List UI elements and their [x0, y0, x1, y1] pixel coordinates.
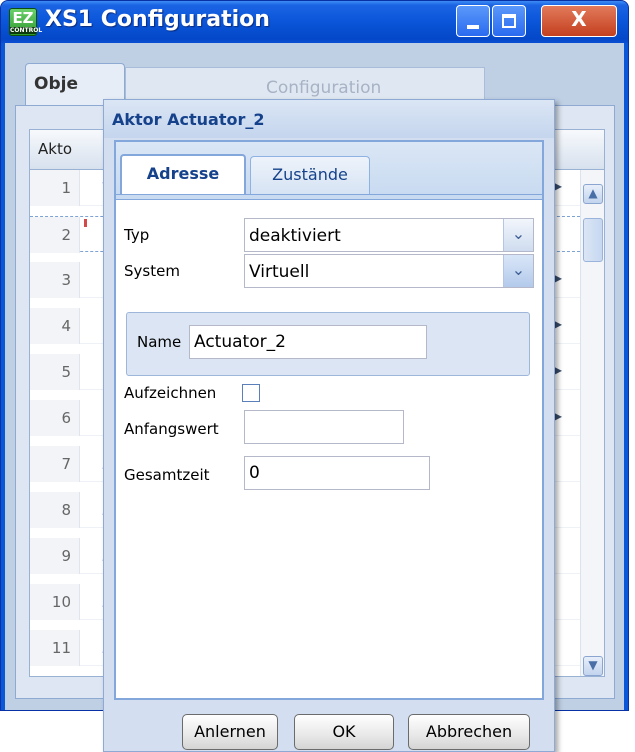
row-arrow-icon: ▸	[554, 406, 563, 425]
dialog-tab-panel: Adresse Zustände Typ deaktiviert ⌄ Syste…	[114, 140, 544, 700]
window-client-area: Obje Configuration Akto 1V▸23S▸4S▸5S▸6S▸…	[5, 43, 624, 752]
system-value: Virtuell	[249, 262, 310, 282]
name-label: Name	[137, 333, 182, 351]
app-logo-icon: EZ CONTROL	[9, 8, 43, 36]
row-number: 8	[30, 492, 80, 528]
scroll-thumb[interactable]	[583, 218, 603, 262]
gesamtzeit-input[interactable]: 0	[244, 456, 430, 490]
abbrechen-button[interactable]: Abbrechen	[408, 714, 530, 750]
row-number: 2	[30, 217, 80, 253]
actuator-dialog: Aktor Actuator_2 Adresse Zustände Typ de…	[103, 99, 555, 752]
row-number: 6	[30, 400, 80, 436]
row-number: 4	[30, 308, 80, 344]
anlernen-button[interactable]: Anlernen	[182, 714, 278, 750]
row-number: 5	[30, 354, 80, 390]
main-window: EZ CONTROL XS1 Configuration X Obje Conf…	[0, 0, 629, 752]
close-button[interactable]: X	[541, 5, 617, 37]
window-title: XS1 Configuration	[45, 7, 270, 32]
close-icon: X	[571, 7, 587, 31]
window-titlebar[interactable]: EZ CONTROL XS1 Configuration X	[1, 1, 628, 43]
chevron-down-icon[interactable]: ⌄	[503, 219, 533, 251]
name-fieldset: Name Actuator_2	[126, 312, 530, 376]
tab-zustaende[interactable]: Zustände	[250, 156, 370, 194]
dialog-title[interactable]: Aktor Actuator_2	[104, 100, 554, 138]
typ-select[interactable]: deaktiviert ⌄	[244, 218, 534, 252]
chevron-down-icon[interactable]: ⌄	[503, 255, 533, 287]
anfangswert-input[interactable]	[244, 410, 404, 444]
anfangswert-label: Anfangswert	[124, 420, 219, 438]
typ-label: Typ	[124, 226, 150, 244]
dirty-flag-icon	[84, 219, 87, 227]
row-number: 11	[30, 630, 80, 666]
tab-strip: Adresse Zustände	[116, 140, 542, 200]
maximize-button[interactable]	[492, 5, 526, 37]
row-number: 3	[30, 262, 80, 298]
system-label: System	[124, 262, 180, 280]
minimize-icon	[467, 25, 479, 29]
row-arrow-icon: ▸	[554, 176, 563, 195]
typ-value: deaktiviert	[249, 226, 341, 246]
minimize-button[interactable]	[456, 5, 490, 37]
row-arrow-icon: ▸	[554, 268, 563, 287]
scroll-up-icon[interactable]: ▲	[583, 184, 603, 204]
ok-button[interactable]: OK	[294, 714, 394, 750]
row-arrow-icon: ▸	[554, 360, 563, 379]
system-select[interactable]: Virtuell ⌄	[244, 254, 534, 288]
row-number: 9	[30, 538, 80, 574]
scroll-down-icon[interactable]: ▼	[583, 656, 603, 676]
aufzeichnen-checkbox[interactable]	[242, 384, 260, 402]
aufzeichnen-label: Aufzeichnen	[124, 384, 217, 402]
row-number: 7	[30, 446, 80, 482]
gesamtzeit-label: Gesamtzeit	[124, 466, 210, 484]
name-input[interactable]: Actuator_2	[189, 325, 427, 359]
row-arrow-icon: ▸	[554, 314, 563, 333]
row-number: 1	[30, 170, 80, 206]
row-number: 10	[30, 584, 80, 620]
tab-adresse[interactable]: Adresse	[120, 154, 246, 198]
maximize-icon	[502, 14, 516, 28]
address-form: Typ deaktiviert ⌄ System Virtuell ⌄ Name…	[116, 200, 542, 698]
grid-scrollbar[interactable]: ▲ ▼	[580, 170, 604, 676]
